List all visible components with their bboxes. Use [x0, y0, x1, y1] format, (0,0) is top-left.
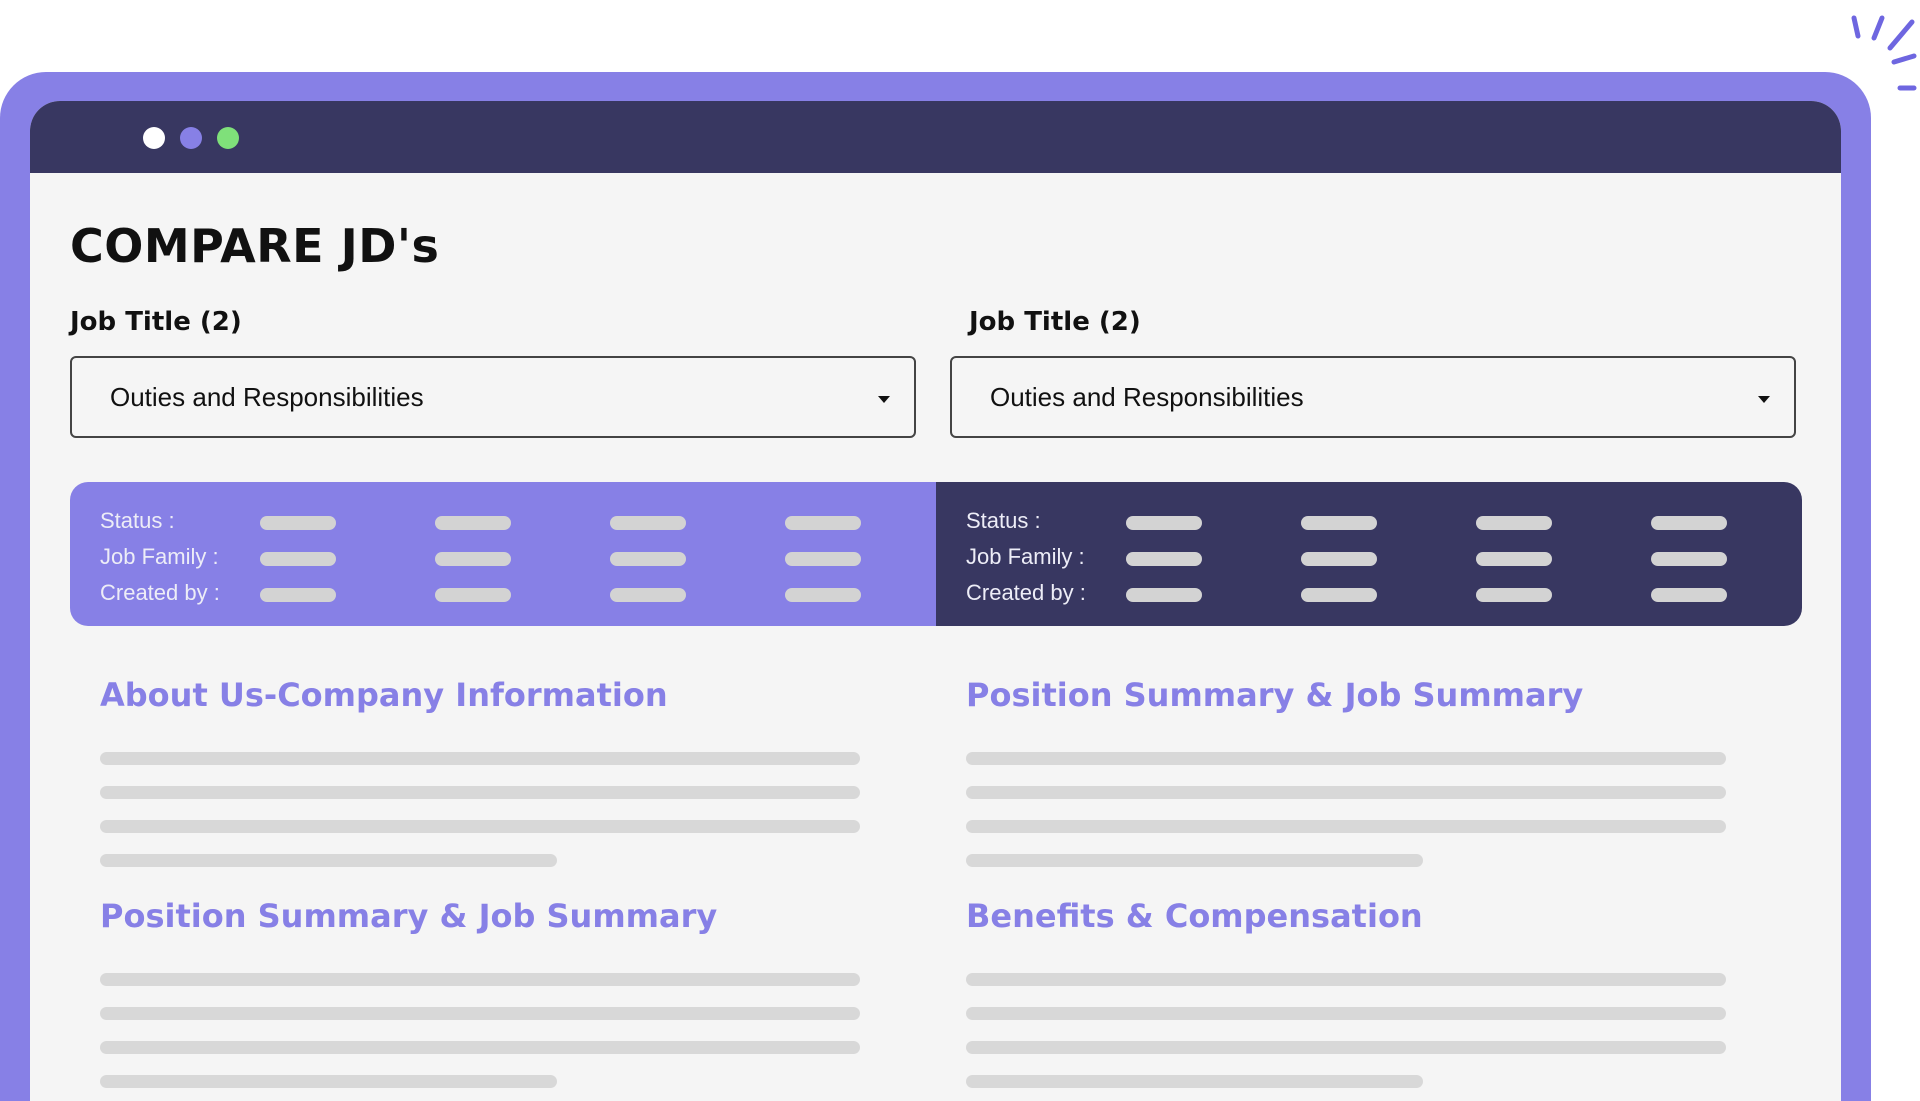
- window-dot-purple[interactable]: [180, 127, 202, 149]
- placeholder-pill: [1476, 588, 1552, 602]
- right-select-value: Outies and Responsibilities: [990, 382, 1304, 412]
- section-title: About Us-Company Information: [100, 676, 668, 714]
- meta-row-job-family: Job Family :: [100, 540, 900, 576]
- placeholder-pill: [260, 588, 336, 602]
- meta-row-job-family: Job Family :: [966, 540, 1766, 576]
- placeholder-pill: [435, 552, 511, 566]
- left-meta-panel: Status : Job Family : Created by :: [70, 482, 936, 626]
- placeholder-pill: [260, 552, 336, 566]
- placeholder-line: [966, 973, 1726, 986]
- meta-label: Status :: [966, 508, 1041, 533]
- placeholder-pill: [1651, 552, 1727, 566]
- placeholder-pill: [610, 516, 686, 530]
- placeholder-pill: [435, 516, 511, 530]
- placeholder-pill: [1301, 516, 1377, 530]
- placeholder-pill: [785, 588, 861, 602]
- placeholder-line: [966, 854, 1423, 867]
- placeholder-line: [966, 1007, 1726, 1020]
- placeholder-pill: [1651, 588, 1727, 602]
- placeholder-pill: [610, 552, 686, 566]
- placeholder-line: [100, 820, 860, 833]
- meta-label: Status :: [100, 508, 175, 533]
- section-title: Position Summary & Job Summary: [100, 897, 718, 935]
- placeholder-pill: [435, 588, 511, 602]
- placeholder-pill: [1126, 552, 1202, 566]
- placeholder-line: [100, 752, 860, 765]
- meta-row-status: Status :: [100, 504, 900, 540]
- placeholder-line: [100, 786, 860, 799]
- placeholder-pill: [610, 588, 686, 602]
- meta-label: Created by :: [100, 580, 220, 605]
- placeholder-line: [100, 1041, 860, 1054]
- chevron-down-icon: [878, 396, 890, 403]
- section-title: Position Summary & Job Summary: [966, 676, 1584, 714]
- placeholder-line: [966, 820, 1726, 833]
- meta-row-created-by: Created by :: [966, 576, 1766, 612]
- placeholder-line: [966, 786, 1726, 799]
- placeholder-pill: [1301, 588, 1377, 602]
- meta-label: Job Family :: [100, 544, 219, 569]
- left-select-value: Outies and Responsibilities: [110, 382, 424, 412]
- meta-row-status: Status :: [966, 504, 1766, 540]
- browser-window: COMPARE JD's Job Title (2) Job Title (2)…: [30, 101, 1841, 1101]
- window-dot-green[interactable]: [217, 127, 239, 149]
- chevron-down-icon: [1758, 396, 1770, 403]
- right-job-title-label: Job Title (2): [969, 307, 1141, 337]
- window-titlebar: [30, 101, 1841, 173]
- placeholder-pill: [1126, 516, 1202, 530]
- placeholder-line: [966, 1041, 1726, 1054]
- placeholder-line: [966, 1075, 1423, 1088]
- placeholder-line: [100, 973, 860, 986]
- right-job-select[interactable]: Outies and Responsibilities: [950, 356, 1796, 438]
- section-title: Benefits & Compensation: [966, 897, 1423, 935]
- left-job-select[interactable]: Outies and Responsibilities: [70, 356, 916, 438]
- right-meta-panel: Status : Job Family : Created by :: [936, 482, 1802, 626]
- meta-row-created-by: Created by :: [100, 576, 900, 612]
- placeholder-pill: [785, 552, 861, 566]
- meta-label: Created by :: [966, 580, 1086, 605]
- placeholder-pill: [1126, 588, 1202, 602]
- placeholder-line: [100, 1075, 557, 1088]
- page-title: COMPARE JD's: [70, 219, 440, 273]
- placeholder-pill: [1301, 552, 1377, 566]
- placeholder-line: [966, 752, 1726, 765]
- meta-label: Job Family :: [966, 544, 1085, 569]
- placeholder-line: [100, 1007, 860, 1020]
- placeholder-pill: [785, 516, 861, 530]
- placeholder-line: [100, 854, 557, 867]
- window-dot-white[interactable]: [143, 127, 165, 149]
- placeholder-pill: [1651, 516, 1727, 530]
- placeholder-pill: [260, 516, 336, 530]
- left-job-title-label: Job Title (2): [70, 307, 242, 337]
- placeholder-pill: [1476, 552, 1552, 566]
- placeholder-pill: [1476, 516, 1552, 530]
